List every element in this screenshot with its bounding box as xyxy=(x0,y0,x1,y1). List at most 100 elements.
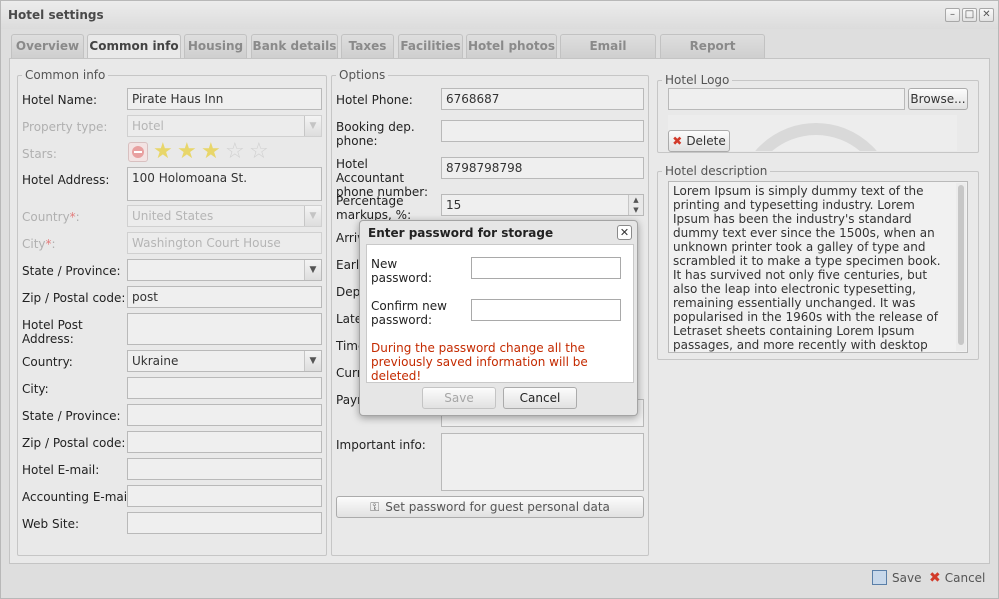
footer-cancel-button[interactable]: ✖ Cancel xyxy=(929,569,985,587)
tab-taxes[interactable]: Taxes xyxy=(341,34,394,58)
web-site-input[interactable] xyxy=(127,512,322,534)
dialog-title: Enter password for storage xyxy=(368,226,554,240)
post-country-value: Ukraine xyxy=(132,354,179,368)
post-zip-label: Zip / Postal code: xyxy=(22,436,126,450)
minimize-icon[interactable]: – xyxy=(945,8,960,22)
property-type-value: Hotel xyxy=(132,119,164,133)
zip-input[interactable]: post xyxy=(127,286,322,308)
zip-label: Zip / Postal code: xyxy=(22,291,126,305)
city-required-label: City*: xyxy=(22,237,56,251)
post-city-label: City: xyxy=(22,382,49,396)
tab-report-settings[interactable]: Report settings xyxy=(660,34,765,75)
window-title: Hotel settings xyxy=(8,8,104,22)
spinner-arrows-icon[interactable]: ▲ ▼ xyxy=(628,195,643,215)
hotel-name-input[interactable]: Pirate Haus Inn xyxy=(127,88,322,110)
dialog-cancel-button[interactable]: Cancel xyxy=(503,387,577,409)
hotel-address-input[interactable]: 100 Holomoana St. xyxy=(127,167,322,201)
state-province-select[interactable]: ▼ xyxy=(127,259,322,281)
percentage-markups-label: Percentage markups, %: xyxy=(336,194,412,220)
close-icon[interactable]: ✕ xyxy=(979,8,994,22)
confirm-password-input[interactable] xyxy=(471,299,621,321)
cancel-x-icon: ✖ xyxy=(929,570,941,586)
hotel-description-text: Lorem Ipsum is simply dummy text of the … xyxy=(673,184,941,352)
set-password-button[interactable]: ⚿ Set password for guest personal data xyxy=(336,496,644,518)
floppy-disk-icon xyxy=(872,570,887,585)
confirm-password-label: Confirm new password: xyxy=(371,299,447,327)
dialog-save-button[interactable]: Save xyxy=(422,387,496,409)
country-required-value: United States xyxy=(132,209,214,223)
browse-button[interactable]: Browse... xyxy=(908,88,968,110)
accounting-email-label: Accounting E-mail: xyxy=(22,490,135,504)
tab-bank-details[interactable]: Bank details xyxy=(251,34,338,58)
hotel-phone-label: Hotel Phone: xyxy=(336,93,413,107)
post-country-select[interactable]: Ukraine ▼ xyxy=(127,350,322,372)
important-info-input[interactable] xyxy=(441,433,644,491)
star-filled-icon[interactable]: ★ xyxy=(153,141,173,163)
state-province-label: State / Province: xyxy=(22,264,121,278)
password-warning-text: During the password change all the previ… xyxy=(371,341,588,383)
chevron-down-icon: ▼ xyxy=(304,116,321,136)
scrollbar-thumb[interactable] xyxy=(958,185,964,345)
dialog-close-icon[interactable]: ✕ xyxy=(617,225,632,240)
delete-logo-button[interactable]: ✖ Delete xyxy=(668,130,730,152)
post-state-input[interactable] xyxy=(127,404,322,426)
accountant-phone-label: Hotel Accountant phone number: xyxy=(336,157,429,199)
tab-email-settings[interactable]: Email settings xyxy=(560,34,656,75)
new-password-label: New password: xyxy=(371,257,433,285)
hotel-email-label: Hotel E-mail: xyxy=(22,463,100,477)
chevron-down-icon[interactable]: ▼ xyxy=(304,351,321,371)
clear-stars-button[interactable] xyxy=(128,142,148,162)
hotel-description-textarea[interactable]: Lorem Ipsum is simply dummy text of the … xyxy=(668,181,968,353)
post-zip-input[interactable] xyxy=(127,431,322,453)
delete-x-icon: ✖ xyxy=(672,134,683,148)
hotel-name-label: Hotel Name: xyxy=(22,93,98,107)
tab-hotel-photos[interactable]: Hotel photos xyxy=(466,34,557,58)
dialog-body: New password: Confirm new password: Duri… xyxy=(366,244,634,383)
tab-common-info[interactable]: Common info xyxy=(87,34,181,59)
logo-placeholder-icon xyxy=(736,123,896,151)
web-site-label: Web Site: xyxy=(22,517,80,531)
key-icon: ⚿ xyxy=(370,500,380,514)
common-info-legend: Common info xyxy=(25,68,106,82)
hotel-logo-legend: Hotel Logo xyxy=(665,73,730,87)
star-empty-icon[interactable]: ☆ xyxy=(225,141,245,163)
hotel-address-label: Hotel Address: xyxy=(22,173,110,187)
star-filled-icon[interactable]: ★ xyxy=(201,141,221,163)
post-city-input[interactable] xyxy=(127,377,322,399)
booking-phone-label: Booking dep. phone: xyxy=(336,120,415,148)
hotel-email-input[interactable] xyxy=(127,458,322,480)
hotel-post-address-input[interactable] xyxy=(127,313,322,345)
footer-save-button[interactable]: Save xyxy=(872,569,921,587)
hotel-post-address-label: Hotel Post Address: xyxy=(22,318,83,346)
country-required-label: Country*: xyxy=(22,210,80,224)
star-filled-icon[interactable]: ★ xyxy=(177,141,197,163)
hotel-description-legend: Hotel description xyxy=(665,164,768,178)
tab-facilities[interactable]: Facilities xyxy=(398,34,463,58)
chevron-down-icon: ▼ xyxy=(304,206,321,226)
options-legend: Options xyxy=(339,68,386,82)
new-password-input[interactable] xyxy=(471,257,621,279)
hotel-phone-input[interactable]: 6768687 xyxy=(441,88,644,110)
country-required-select: United States ▼ xyxy=(127,205,322,227)
booking-phone-input[interactable] xyxy=(441,120,644,142)
maximize-icon[interactable]: □ xyxy=(962,8,977,22)
tab-housing[interactable]: Housing xyxy=(184,34,247,58)
city-required-input: Washington Court House xyxy=(127,232,322,254)
logo-file-input[interactable] xyxy=(668,88,905,110)
chevron-down-icon[interactable]: ▼ xyxy=(304,260,321,280)
accountant-phone-input[interactable]: 8798798798 xyxy=(441,157,644,179)
post-state-label: State / Province: xyxy=(22,409,121,423)
stars-label: Stars: xyxy=(22,147,57,161)
property-type-label: Property type: xyxy=(22,120,108,134)
percentage-markups-value: 15 xyxy=(446,198,462,212)
password-dialog: Enter password for storage ✕ New passwor… xyxy=(359,220,638,416)
important-info-label: Important info: xyxy=(336,438,426,452)
property-type-select: Hotel ▼ xyxy=(127,115,322,137)
percentage-markups-input[interactable]: 15 ▲ ▼ xyxy=(441,194,644,216)
accounting-email-input[interactable] xyxy=(127,485,322,507)
description-scrollbar[interactable] xyxy=(956,183,966,351)
tab-overview[interactable]: Overview xyxy=(11,34,84,58)
post-country-label: Country: xyxy=(22,355,73,369)
star-empty-icon[interactable]: ☆ xyxy=(249,141,269,163)
minus-circle-icon xyxy=(132,146,144,158)
